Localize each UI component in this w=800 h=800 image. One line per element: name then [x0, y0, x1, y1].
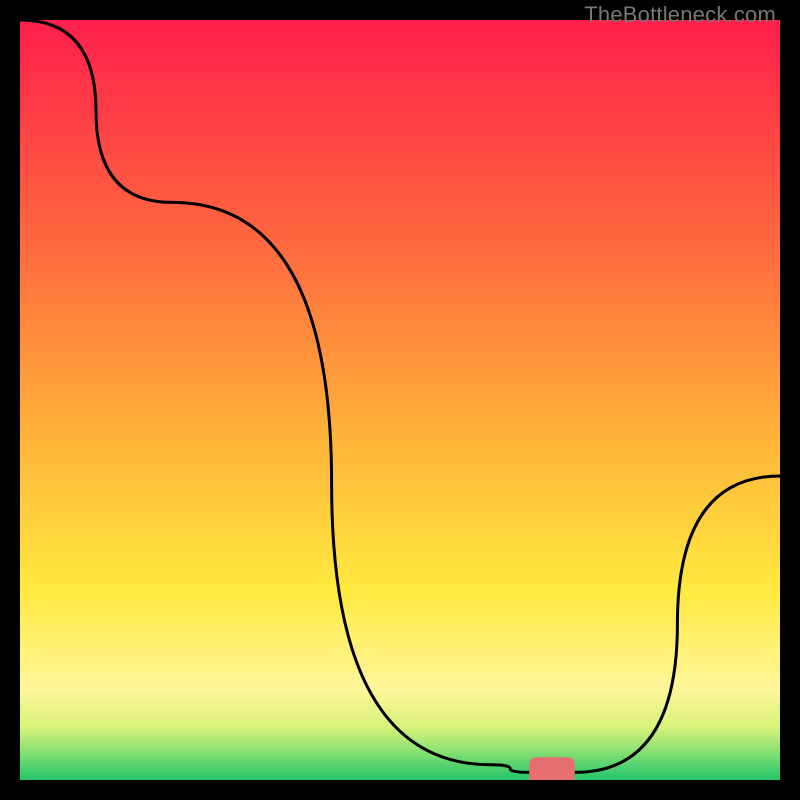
chart-frame — [20, 20, 780, 780]
optimal-marker — [529, 757, 575, 780]
bottleneck-chart — [20, 20, 780, 780]
gradient-bg — [20, 20, 780, 780]
